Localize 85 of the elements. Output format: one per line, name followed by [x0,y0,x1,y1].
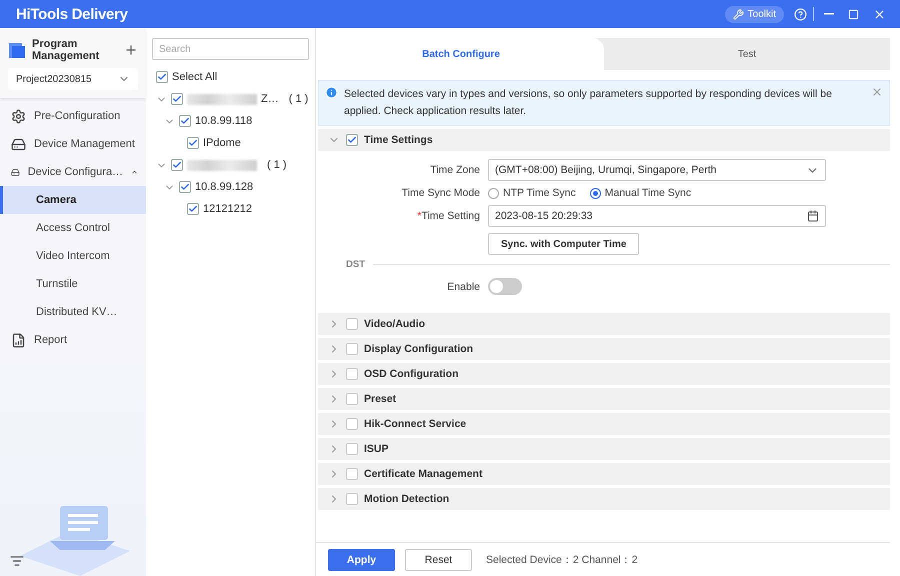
checkbox[interactable] [346,393,358,405]
nav-subitem[interactable]: Turnstile [0,270,146,298]
checkbox[interactable] [187,137,199,149]
nav-subitem[interactable]: Camera [0,186,146,214]
tree-node-label[interactable]: 12121212 [203,203,252,215]
checkbox[interactable] [346,443,358,455]
add-icon[interactable] [124,43,138,57]
checkbox[interactable] [179,115,191,127]
checkbox[interactable] [156,71,168,83]
section-header[interactable]: ISUP [318,438,890,460]
tab[interactable]: Batch Configure [318,38,604,70]
checkbox[interactable] [346,134,358,146]
field-label: Time Zone [429,164,480,176]
close-icon[interactable] [871,86,883,98]
checkbox[interactable] [179,181,191,193]
apply-button[interactable]: Apply [328,548,395,570]
tree-node-label[interactable]: 10.8.99.128 [195,181,254,193]
select-all-label[interactable]: Select All [172,71,218,83]
report-icon [11,332,26,348]
radio-option[interactable]: Manual Time Sync [590,187,692,199]
tree-node-label[interactable]: 10.8.99.118 [195,115,252,127]
nav-item[interactable]: Device Management [0,130,146,158]
close-icon [873,8,886,20]
gear-icon [11,108,26,124]
time-zone-select[interactable]: (GMT+08:00) Beijing, Urumqi, Singapore, Perth [488,159,826,181]
section-header[interactable]: OSD Configuration [318,363,890,385]
info-icon [325,86,338,99]
selection-status: Selected Device：2 Channel：2 [486,552,638,566]
section-title: Preset [364,393,396,405]
section-header[interactable]: Video/Audio [318,313,890,335]
radio-option[interactable]: NTP Time Sync [488,187,576,199]
checkbox[interactable] [346,368,358,380]
sync-button[interactable]: Sync. with Computer Time [488,233,640,255]
checkbox[interactable] [171,159,183,171]
app-logo: HiTools Delivery [16,6,128,22]
section-title: Display Configuration [364,343,474,355]
project-dropdown[interactable]: Project20230815 [8,68,138,90]
checkbox[interactable] [346,343,358,355]
section-header[interactable]: Display Configuration [318,338,890,360]
section-header[interactable]: Time Settings [318,129,890,151]
nav-item[interactable]: Pre-Configuration [0,102,146,130]
device-icon [11,136,26,152]
nav-subitem[interactable]: Video Intercom [0,242,146,270]
minimize-icon [824,13,834,15]
section-title: Certificate Management [364,468,482,480]
checkbox[interactable] [346,318,358,330]
section-header[interactable]: Motion Detection [318,488,890,510]
section-title: Time Settings [364,134,433,146]
search-field[interactable]: Search [152,38,309,60]
section-title: ISUP [364,443,389,455]
program-title: Program Management [32,38,100,62]
nav-item[interactable]: Device Configura… [0,158,146,186]
dst-heading: DST [346,259,365,270]
section-title: Video/Audio [364,318,426,330]
tree-node-label[interactable]: IPdome [203,137,241,149]
wrench-icon [732,8,744,20]
checkbox[interactable] [346,468,358,480]
section-header[interactable]: Hik-Connect Service [318,413,890,435]
maximize-icon [848,8,859,20]
checkbox[interactable] [187,203,199,215]
checkbox[interactable] [346,418,358,430]
toggle-switch[interactable] [488,278,522,295]
nav-subitem[interactable]: Distributed KV… [0,298,146,326]
section-title: OSD Configuration [364,368,458,380]
nav-subitem[interactable]: Access Control [0,214,146,242]
calendar-icon[interactable] [807,210,819,222]
checkbox[interactable] [346,493,358,505]
tree-node-label[interactable]: Z… [261,93,279,105]
reset-button[interactable]: Reset [405,548,472,570]
field-label: Time Sync Mode [400,187,480,199]
folder-icon [8,41,26,59]
collapse-menu-button[interactable] [10,554,24,568]
nav-item[interactable]: Report [0,326,146,354]
node-count: ( 1 ) [267,159,287,171]
section-header[interactable]: Certificate Management [318,463,890,485]
field-label: *Time Setting [416,210,480,222]
notice-text: Selected devices vary in types and versions, so only parameters supported by responding devices will be applied. Check application results later. [344,87,833,119]
date-time-field[interactable]: 2023-08-15 20:29:33 [488,205,826,227]
checkbox[interactable] [171,93,183,105]
section-header[interactable]: Preset [318,388,890,410]
field-label: Enable [446,280,480,292]
node-count: ( 1 ) [288,93,308,105]
section-title: Hik-Connect Service [364,418,466,430]
section-title: Motion Detection [364,493,450,505]
help-icon[interactable] [794,8,807,20]
